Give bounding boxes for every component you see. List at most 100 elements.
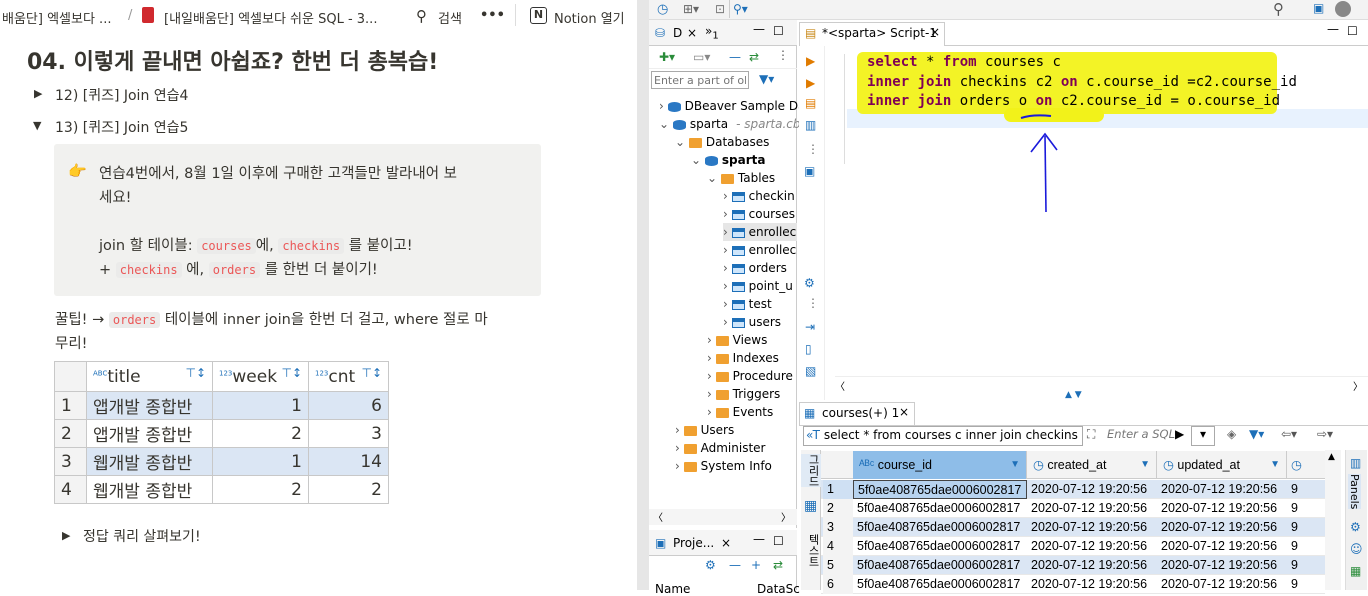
tab-results[interactable]: ▦ courses(+) 1 × (799, 402, 915, 426)
grid-cell[interactable]: 2020-07-12 19:20:56 (1027, 556, 1157, 575)
expand-chevron-icon[interactable]: › (723, 225, 732, 239)
toggle-join4[interactable]: 12) [퀴즈] Join 연습4 (55, 85, 188, 105)
toggle-expanded-icon[interactable]: ▼ (33, 119, 41, 132)
toggle-answer-query[interactable]: 정답 쿼리 살펴보기! (83, 526, 201, 546)
tasks-icon[interactable]: ⊞▾ (683, 2, 699, 16)
smiley-icon[interactable]: ☺ (1350, 542, 1363, 556)
column-header-updated_at[interactable]: ◷ updated_at ▼ (1157, 451, 1287, 479)
grid-cell[interactable]: 2020-07-12 19:20:56 (1027, 480, 1157, 499)
tab-database-navigator[interactable]: D (673, 26, 682, 40)
clear-filter-icon[interactable]: ◈ (1227, 427, 1236, 441)
grid-cell[interactable]: 9 (1287, 480, 1325, 499)
add-icon[interactable]: + (751, 558, 761, 572)
tree-node[interactable]: › Views (707, 331, 767, 349)
link-icon[interactable]: ⇄ (749, 50, 759, 64)
document-icon[interactable]: ▯ (805, 342, 812, 356)
splitter-arrows[interactable]: ▲ ▼ (1065, 390, 1082, 400)
close-icon[interactable]: × (687, 26, 697, 40)
search-icon[interactable]: ⚲ (416, 7, 427, 25)
expand-chevron-icon[interactable]: › (707, 351, 716, 365)
more-icon[interactable]: ⋮ (807, 296, 819, 310)
toggle-join5[interactable]: 13) [퀴즈] Join 연습5 (55, 117, 188, 137)
execute-icon[interactable]: ▶ (806, 54, 815, 68)
tree-node[interactable]: ⌄ Tables (707, 169, 775, 187)
grid-view-tab[interactable]: 그리드 (801, 454, 821, 487)
settings-icon[interactable]: ⚙ (804, 276, 815, 290)
tree-node[interactable]: ⌄ sparta (691, 151, 765, 169)
expand-chevron-icon[interactable]: › (707, 405, 716, 419)
execute-new-tab-icon[interactable]: ▶ (806, 76, 815, 90)
grid-cell[interactable]: 5f0ae408765dae0006002817 (853, 518, 1027, 537)
minimize-icon[interactable]: — (753, 22, 765, 36)
close-icon[interactable]: × (721, 536, 731, 550)
maximize-icon[interactable]: ☐ (1347, 24, 1358, 38)
expand-chevron-icon[interactable]: › (707, 333, 716, 347)
back-icon[interactable]: ⇦▾ (1281, 427, 1297, 441)
tree-node[interactable]: › Administer (675, 439, 765, 457)
expand-chevron-icon[interactable]: › (675, 423, 684, 437)
settings-icon[interactable]: ⚙ (1350, 520, 1361, 534)
tree-node[interactable]: › DBeaver Sample Da (659, 97, 805, 115)
expand-chevron-icon[interactable]: › (723, 207, 732, 221)
tree-node[interactable]: ⌄ Databases (675, 133, 769, 151)
grid-cell[interactable]: 9 (1287, 518, 1325, 537)
grid-cell[interactable]: 2020-07-12 19:20:56 (1157, 537, 1287, 556)
tree-node[interactable]: › enrollec (723, 241, 796, 259)
link-icon[interactable]: ⇄ (773, 558, 783, 572)
grid-cell[interactable]: 9 (1287, 556, 1325, 575)
export-icon[interactable]: ⇥ (805, 320, 815, 334)
menu-icon[interactable]: ⋮ (777, 48, 789, 62)
tree-node[interactable]: › checkin (723, 187, 795, 205)
expand-icon[interactable]: ⛶ (1087, 427, 1095, 442)
column-header-created_at[interactable]: ◷ created_at ▼ (1027, 451, 1157, 479)
sort-dropdown-icon[interactable]: ▼ (1270, 451, 1280, 479)
grid-cell[interactable]: 5f0ae408765dae0006002817 (853, 480, 1027, 499)
collapse-icon[interactable]: — (729, 558, 741, 572)
tree-node[interactable]: › Procedure (707, 367, 793, 385)
terminal-icon[interactable]: ▣ (804, 164, 815, 178)
navigator-hscrollbar[interactable]: 〈 〉 (649, 509, 797, 525)
filter-history-dropdown[interactable]: ▾ (1191, 426, 1215, 446)
maximize-icon[interactable]: ☐ (773, 534, 784, 548)
panels-icon[interactable]: ▥ (1350, 456, 1361, 470)
collapse-icon[interactable]: — (729, 50, 741, 64)
expand-chevron-icon[interactable]: › (659, 99, 668, 113)
tree-node[interactable]: › courses (723, 205, 795, 223)
tree-node[interactable]: › Events (707, 403, 773, 421)
grid-cell[interactable]: 2020-07-12 19:20:56 (1157, 499, 1287, 518)
tree-node[interactable]: › System Info (675, 457, 772, 475)
search-icon[interactable]: ⚲ (1273, 0, 1284, 18)
text-view-tab[interactable]: 텍스트 (801, 534, 821, 567)
grid-cell[interactable]: 2020-07-12 19:20:56 (1027, 499, 1157, 518)
explain-icon[interactable]: ▥ (805, 118, 816, 132)
expand-chevron-icon[interactable]: › (723, 261, 732, 275)
editor-hscrollbar[interactable]: 〈 〉 (835, 376, 1368, 393)
expand-chevron-icon[interactable]: › (707, 369, 716, 383)
tree-node[interactable]: › users (723, 313, 781, 331)
expand-chevron-icon[interactable]: › (723, 297, 732, 311)
expand-chevron-icon[interactable]: › (723, 189, 732, 203)
more-button[interactable]: ••• (480, 8, 505, 23)
column-header-course_id[interactable]: ᴬᴮᶜ course_id ▼ (853, 451, 1027, 479)
tab-projects[interactable]: Proje... (673, 536, 714, 550)
results-filter-input[interactable]: Enter a SQL (1107, 427, 1175, 441)
toggle-collapsed-icon[interactable]: ▶ (34, 87, 42, 100)
folder-icon[interactable]: ▭▾ (693, 50, 710, 64)
grid-cell[interactable]: 2020-07-12 19:20:56 (1027, 537, 1157, 556)
tree-node[interactable]: › Indexes (707, 349, 779, 367)
grid-cell[interactable]: 2020-07-12 19:20:56 (1157, 575, 1287, 594)
breadcrumb-current[interactable]: [내일배움단] 엑셀보다 쉬운 SQL - 3... (164, 8, 377, 27)
results-query-field[interactable]: «T select * from courses c inner join ch… (803, 426, 1083, 446)
dashboard-icon[interactable]: ◷ (657, 2, 668, 17)
window-split-gutter[interactable] (637, 0, 649, 590)
expand-chevron-icon[interactable]: ⌄ (707, 171, 721, 185)
tree-node[interactable]: › orders (723, 259, 787, 277)
image-icon[interactable]: ▧ (805, 364, 816, 378)
minimize-icon[interactable]: — (1327, 22, 1339, 36)
tab-overflow[interactable]: »1 (705, 24, 719, 41)
grid-cell[interactable]: 2020-07-12 19:20:56 (1157, 518, 1287, 537)
truncated-column-header[interactable]: ◷ (1287, 451, 1325, 479)
sort-dropdown-icon[interactable]: ▼ (1140, 451, 1150, 479)
grid-cell[interactable]: 2020-07-12 19:20:56 (1027, 575, 1157, 594)
expand-chevron-icon[interactable]: › (723, 243, 732, 257)
